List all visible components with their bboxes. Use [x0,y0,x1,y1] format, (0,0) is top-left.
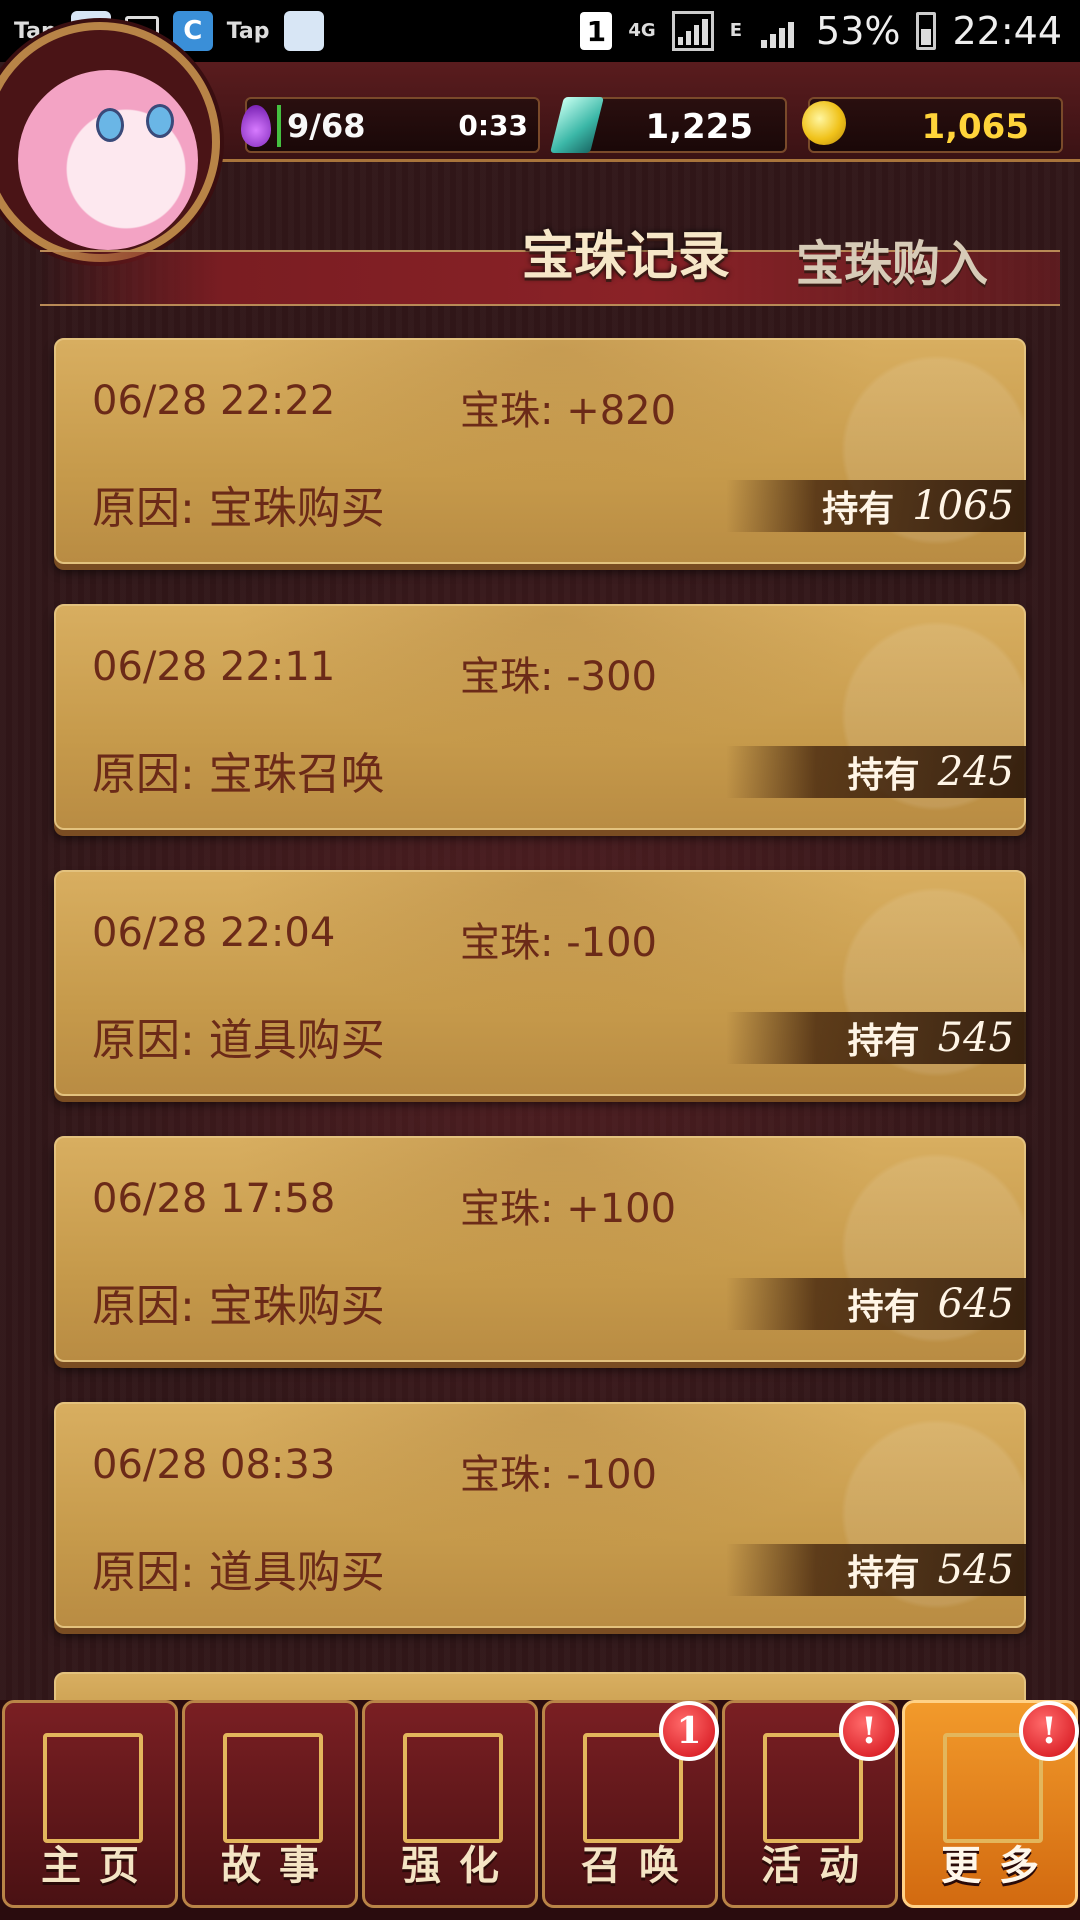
sim-slot-icon: 1 [580,12,613,50]
coin-icon [802,101,846,145]
nav-story[interactable]: 故事 [182,1700,358,1908]
holding-strip: 持有 545 [726,1012,1026,1064]
record-time: 06/28 22:22 [92,378,336,424]
record-delta: 宝珠: +100 [460,1186,677,1232]
browser-icon: C [172,11,213,51]
nav-home[interactable]: 主页 [2,1700,178,1908]
holding-label: 持有 [847,1287,920,1328]
record-card: 06/28 08:33 宝珠: -100 原因: 道具购买 持有 545 [54,1402,1026,1628]
battery-icon [916,12,937,50]
avatar-eye-right [146,104,174,138]
gems-value: 1,225 [645,107,753,147]
baidu-paw-icon-2 [283,11,324,51]
holding-strip: 持有 545 [726,1544,1026,1596]
stamina-timer: 0:33 [458,109,528,142]
title-banner: 宝珠记录 宝珠购入 [0,210,1080,310]
alert-badge: ! [1019,1701,1079,1761]
notification-badge: 1 [659,1701,719,1761]
gems-box[interactable]: 1,225 [550,97,787,153]
holding-value: 545 [937,1547,1014,1593]
record-time: 06/28 17:58 [92,1176,336,1222]
home-scroll-icon [43,1733,143,1843]
holding-value: 1065 [912,483,1014,529]
stamina-bar [277,105,281,147]
nav-label: 召唤 [581,1843,697,1889]
record-reason: 原因: 宝珠购买 [92,1281,385,1332]
stamina-value: 9/68 [287,107,366,145]
upgrade-icon [403,1733,503,1843]
bottom-nav: 主页 故事 强化 召唤 1 活动 ! 更多 ! [0,1700,1080,1920]
holding-label: 持有 [847,1553,920,1594]
holding-value: 245 [937,749,1014,795]
nav-upgrade[interactable]: 强化 [362,1700,538,1908]
clock: 22:44 [952,9,1062,53]
record-card: 06/28 22:04 宝珠: -100 原因: 道具购买 持有 545 [54,870,1026,1096]
record-time: 06/28 22:11 [92,644,336,690]
holding-strip: 持有 245 [726,746,1026,798]
coins-value: 1,065 [921,107,1029,147]
signal-icon [671,11,714,51]
alert-badge: ! [839,1701,899,1761]
nav-more[interactable]: 更多 ! [902,1700,1079,1908]
nav-label: 活动 [761,1843,877,1889]
stamina-drop-icon [241,105,271,147]
record-reason: 原因: 宝珠购买 [92,483,385,534]
record-card: 06/28 22:11 宝珠: -300 原因: 宝珠召唤 持有 245 [54,604,1026,830]
holding-strip: 持有 645 [726,1278,1026,1330]
network-type-small: E [729,20,743,41]
holding-label: 持有 [847,755,920,796]
record-delta: 宝珠: +820 [460,388,677,434]
battery-percent: 53% [816,9,901,53]
holding-value: 645 [937,1281,1014,1327]
holding-value: 545 [937,1015,1014,1061]
signal-icon-2 [758,11,800,51]
page-title: 宝珠记录 [522,227,731,287]
coins-box[interactable]: 1,065 [802,97,1063,153]
story-book-icon [223,1733,323,1843]
nav-label: 故事 [221,1843,337,1889]
nav-label: 更多 [941,1843,1057,1889]
nav-label: 强化 [401,1843,517,1889]
stamina-box[interactable]: 9/68 0:33 [241,97,540,153]
record-reason: 原因: 道具购买 [92,1547,385,1598]
record-delta: 宝珠: -300 [460,654,657,700]
record-time: 06/28 22:04 [92,910,336,956]
tap-app-label-2: Tap [226,18,270,44]
holding-label: 持有 [847,1021,920,1062]
record-delta: 宝珠: -100 [460,920,657,966]
record-reason: 原因: 道具购买 [92,1015,385,1066]
nav-label: 主页 [41,1843,157,1889]
holding-strip: 持有 1065 [726,480,1026,532]
avatar-eye-left [96,108,124,142]
resource-hud: 9/68 0:33 1,225 1,065 [0,22,1080,262]
record-card: 06/28 17:58 宝珠: +100 原因: 宝珠购买 持有 645 [54,1136,1026,1362]
nav-event[interactable]: 活动 ! [722,1700,899,1908]
record-time: 06/28 08:33 [92,1442,336,1488]
app-screen: Tap C Tap 1 4G E 53% 22:44 9/68 0:33 1,2… [0,0,1080,1920]
holding-label: 持有 [822,489,895,530]
tab-gem-purchase[interactable]: 宝珠购入 [796,224,988,294]
nav-summon[interactable]: 召唤 1 [542,1700,719,1908]
record-reason: 原因: 宝珠召唤 [92,749,385,800]
record-card: 06/28 22:22 宝珠: +820 原因: 宝珠购买 持有 1065 [54,338,1026,564]
record-delta: 宝珠: -100 [460,1452,657,1498]
network-type: 4G [628,20,656,41]
